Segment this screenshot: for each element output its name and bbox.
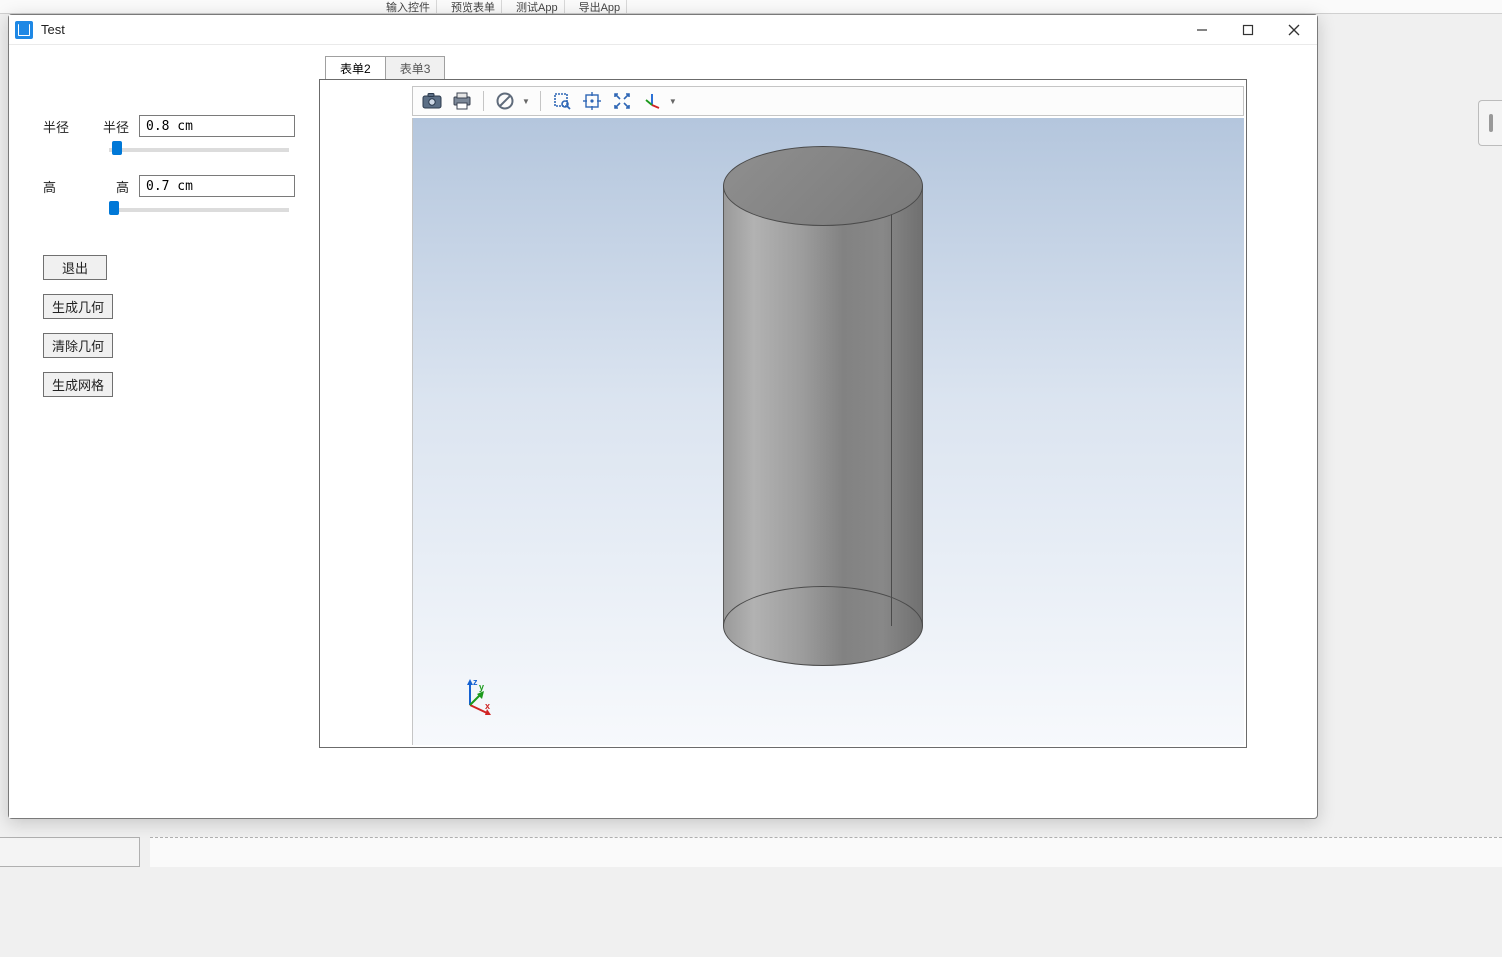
app-window: Test 半径 半径 bbox=[8, 14, 1318, 819]
graphics-canvas[interactable]: z x y bbox=[412, 118, 1244, 745]
tab-form3[interactable]: 表单3 bbox=[385, 56, 446, 79]
orientation-axes-icon[interactable] bbox=[639, 89, 665, 113]
zoom-box-icon[interactable] bbox=[549, 89, 575, 113]
display-toggle-dropdown[interactable]: ▼ bbox=[520, 93, 532, 110]
axis-triad-icon: z x y bbox=[455, 677, 495, 717]
radius-input[interactable] bbox=[139, 115, 295, 137]
app-icon bbox=[15, 21, 33, 39]
tab-form2[interactable]: 表单2 bbox=[325, 56, 386, 79]
main-panel: 表单2 表单3 bbox=[319, 45, 1317, 818]
generate-mesh-button[interactable]: 生成网格 bbox=[43, 372, 113, 397]
generate-geometry-button[interactable]: 生成几何 bbox=[43, 294, 113, 319]
minimize-button[interactable] bbox=[1179, 15, 1225, 44]
viewport-frame: ▼ bbox=[319, 79, 1247, 748]
close-button[interactable] bbox=[1271, 15, 1317, 44]
radius-slider[interactable] bbox=[109, 148, 289, 152]
param-height: 高 高 bbox=[43, 175, 295, 215]
window-controls bbox=[1179, 15, 1317, 44]
cylinder-geometry[interactable] bbox=[723, 146, 923, 656]
height-outer-label: 高 bbox=[43, 177, 87, 196]
lower-panel-right[interactable] bbox=[150, 837, 1502, 867]
window-title: Test bbox=[41, 22, 65, 37]
print-icon[interactable] bbox=[449, 89, 475, 113]
toolbar-separator bbox=[483, 91, 484, 111]
axis-x-label: x bbox=[485, 701, 490, 711]
height-input[interactable] bbox=[139, 175, 295, 197]
axis-y-label: y bbox=[479, 682, 484, 692]
zoom-extents-icon[interactable] bbox=[609, 89, 635, 113]
ribbon-export-app[interactable]: 导出App bbox=[573, 0, 628, 13]
radius-inner-label: 半径 bbox=[103, 117, 129, 136]
radius-outer-label: 半径 bbox=[43, 117, 87, 136]
graphics-toolbar: ▼ bbox=[412, 86, 1244, 116]
clear-geometry-button[interactable]: 清除几何 bbox=[43, 333, 113, 358]
zoom-center-icon[interactable] bbox=[579, 89, 605, 113]
ribbon-test-app[interactable]: 测试App bbox=[510, 0, 565, 13]
param-radius: 半径 半径 bbox=[43, 115, 295, 155]
screenshot-icon[interactable] bbox=[419, 89, 445, 113]
side-tab-handle[interactable] bbox=[1478, 100, 1502, 146]
exit-button[interactable]: 退出 bbox=[43, 255, 107, 280]
action-buttons: 退出 生成几何 清除几何 生成网格 bbox=[43, 255, 295, 397]
lower-panel-left[interactable] bbox=[0, 837, 140, 867]
maximize-button[interactable] bbox=[1225, 15, 1271, 44]
orientation-dropdown[interactable]: ▼ bbox=[667, 93, 679, 110]
height-slider[interactable] bbox=[109, 208, 289, 212]
parent-ribbon: 输入控件 预览表单 测试App 导出App bbox=[0, 0, 1502, 14]
toolbar-separator bbox=[540, 91, 541, 111]
side-panel: 半径 半径 高 高 退出 生成几何 bbox=[9, 45, 319, 818]
display-toggle-icon[interactable] bbox=[492, 89, 518, 113]
ribbon-input-controls[interactable]: 输入控件 bbox=[380, 0, 437, 13]
ribbon-preview-form[interactable]: 预览表单 bbox=[445, 0, 502, 13]
axis-z-label: z bbox=[473, 677, 478, 687]
titlebar[interactable]: Test bbox=[9, 15, 1317, 45]
height-inner-label: 高 bbox=[116, 177, 129, 196]
view-tabs: 表单2 表单3 bbox=[319, 55, 1317, 79]
